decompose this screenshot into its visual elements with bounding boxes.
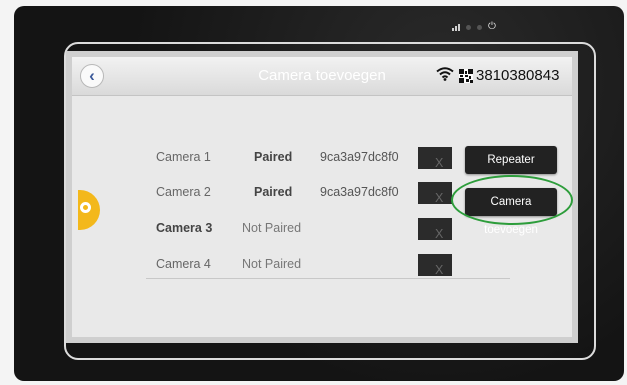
close-icon: X bbox=[435, 156, 444, 170]
signal-icon bbox=[452, 23, 460, 31]
sensor-dot-icon bbox=[477, 24, 482, 30]
pair-status: Not Paired bbox=[242, 257, 302, 271]
list-divider bbox=[146, 278, 510, 279]
hardware-controls: ⏻ bbox=[452, 20, 496, 34]
camera-row: Camera 4 Not Paired X bbox=[72, 252, 572, 277]
pair-status: Paired bbox=[254, 185, 293, 199]
power-icon[interactable]: ⏻ bbox=[488, 22, 496, 32]
header-bar: ‹ Camera toevoegen 3810380843 bbox=[72, 57, 572, 96]
pair-status: Not Paired bbox=[242, 221, 302, 235]
remove-camera-button[interactable]: X bbox=[418, 182, 452, 205]
camera-name: Camera 2 bbox=[156, 185, 211, 199]
camera-name: Camera 1 bbox=[156, 150, 211, 164]
pair-status: Paired bbox=[254, 150, 293, 164]
close-icon: X bbox=[435, 191, 444, 205]
remove-camera-button[interactable]: X bbox=[418, 147, 452, 170]
camera-id: 9ca3a97dc8f0 bbox=[320, 150, 399, 164]
remove-camera-button[interactable]: X bbox=[418, 218, 452, 241]
wifi-icon bbox=[436, 67, 454, 81]
camera-name: Camera 4 bbox=[156, 257, 211, 271]
camera-dot-icon bbox=[466, 24, 471, 30]
close-icon: X bbox=[435, 227, 444, 241]
remove-camera-button[interactable]: X bbox=[418, 254, 452, 277]
repeater-button[interactable]: Repeater bbox=[465, 146, 557, 174]
camera-name: Camera 3 bbox=[156, 221, 213, 235]
qr-code-icon bbox=[459, 69, 473, 83]
device-id: 3810380843 bbox=[476, 67, 560, 84]
camera-id: 9ca3a97dc8f0 bbox=[320, 185, 399, 199]
highlight-circle bbox=[451, 175, 573, 225]
